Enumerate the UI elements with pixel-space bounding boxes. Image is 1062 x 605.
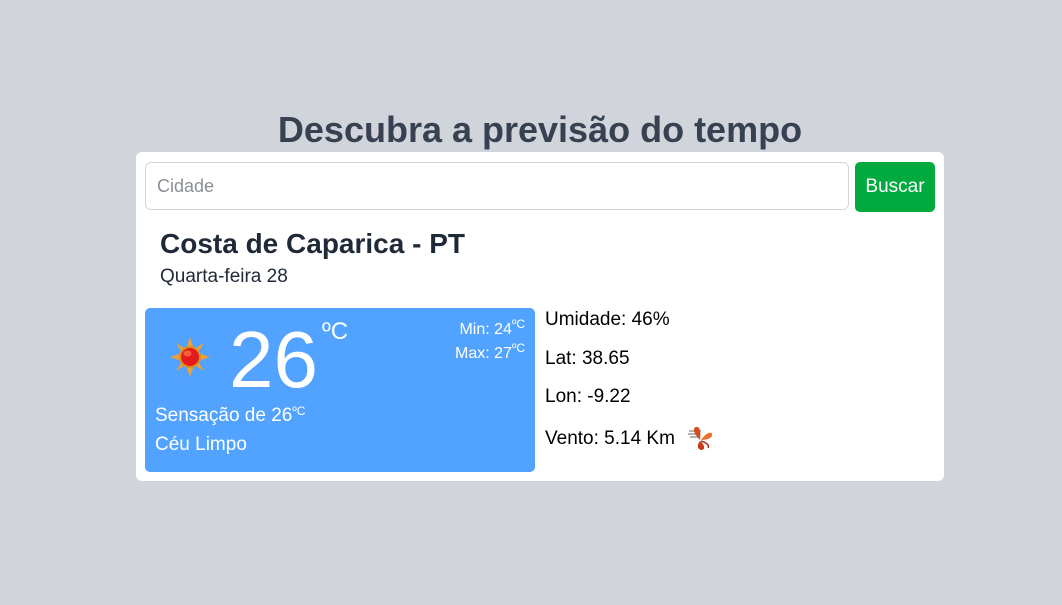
city-name: Costa de Caparica - PT <box>160 228 465 259</box>
min-max-temperatures: Min: 24ºC Max: 27ºC <box>455 318 525 366</box>
max-temperature: Max: 27ºC <box>455 341 525 362</box>
date-label: Quarta-feira 28 <box>160 266 288 287</box>
weather-card: Buscar Costa de Caparica - PT Quarta-fei… <box>136 152 944 481</box>
city-search-input[interactable] <box>145 162 849 210</box>
longitude: Lon: -9.22 <box>545 386 631 407</box>
weather-condition: Céu Limpo <box>155 434 247 455</box>
wind-speed-label: Vento: 5.14 Km <box>545 428 675 449</box>
sun-icon <box>170 337 210 377</box>
temperature-unit: ºC <box>322 318 349 345</box>
page-title: Descubra a previsão do tempo <box>277 109 803 150</box>
humidity: Umidade: 46% <box>545 309 670 330</box>
feels-like: Sensação de 26ºC <box>155 404 306 426</box>
min-temperature: Min: 24ºC <box>459 317 525 338</box>
temperature-value: 26 <box>229 315 318 404</box>
wind-icon <box>688 426 713 450</box>
wind-speed: Vento: 5.14 Km <box>545 424 714 452</box>
latitude: Lat: 38.65 <box>545 348 630 369</box>
search-button[interactable]: Buscar <box>855 162 935 212</box>
current-weather-panel: 26 ºC Min: 24ºC Max: 27ºC Sensação de 26… <box>145 308 535 472</box>
